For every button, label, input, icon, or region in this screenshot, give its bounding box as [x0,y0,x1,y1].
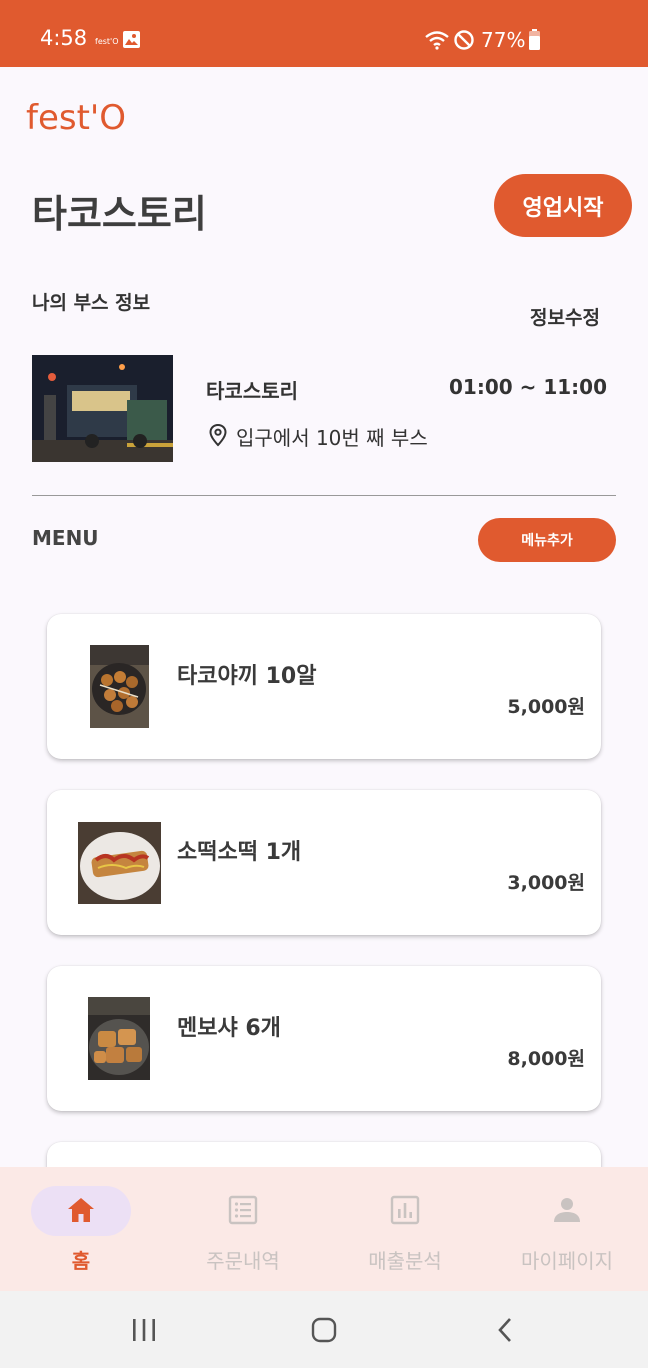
edit-info-button[interactable]: 정보수정 [530,303,600,330]
home-circle-icon[interactable] [311,1315,337,1345]
menu-card[interactable]: 타코야끼 10알 5,000원 [47,614,601,759]
wifi-icon [425,31,449,50]
booth-photo [32,355,173,462]
status-time: 4:58 [40,26,88,50]
nav-item-orders[interactable]: 주문내역 [162,1167,324,1291]
menu-item-price: 3,000원 [507,872,585,894]
nav-label: 마이페이지 [521,1249,613,1273]
menu-item-name: 소떡소떡 1개 [177,840,302,865]
menu-heading: MENU [32,526,99,550]
booth-hours: 01:00 ~ 11:00 [449,375,608,399]
image-icon [123,31,140,48]
list-icon [228,1195,258,1225]
add-menu-button[interactable]: 메뉴추가 [478,518,616,562]
nav-item-mypage[interactable]: 마이페이지 [486,1167,648,1291]
menu-item-name: 타코야끼 10알 [177,664,317,689]
booth-location: 입구에서 10번 째 부스 [236,426,428,450]
nav-item-sales[interactable]: 매출분석 [324,1167,486,1291]
menu-item-price: 8,000원 [507,1048,585,1070]
menu-item-price: 5,000원 [507,696,585,718]
home-icon [68,1198,94,1222]
page-title: 타코스토리 [32,192,207,236]
start-business-button[interactable]: 영업시작 [494,174,632,237]
status-notification-text: fest'O [95,37,119,46]
nav-item-home[interactable]: 홈 [0,1167,162,1291]
nav-label: 홈 [71,1249,91,1273]
battery-percent: 77% [481,28,526,52]
location-pin-icon [209,423,227,447]
divider [32,495,616,496]
nav-label: 매출분석 [368,1249,442,1273]
booth-info-label: 나의 부스 정보 [32,292,151,314]
recent-apps-icon[interactable] [131,1315,157,1345]
menu-item-photo [88,997,150,1080]
person-icon [554,1198,580,1222]
booth-name: 타코스토리 [206,379,298,403]
back-icon[interactable] [495,1315,515,1345]
menu-card[interactable]: 소떡소떡 1개 3,000원 [47,790,601,935]
chart-icon [390,1195,420,1225]
do-not-disturb-icon [454,30,474,50]
battery-icon [529,29,540,50]
menu-item-name: 멘보샤 6개 [177,1016,281,1041]
menu-item-photo [78,822,161,904]
bottom-nav: 홈 주문내역 매출분석 마이페이지 [0,1167,648,1291]
system-nav-bar [0,1291,648,1368]
nav-label: 주문내역 [206,1249,280,1273]
app-logo: fest'O [26,98,127,138]
menu-card[interactable]: 멘보샤 6개 8,000원 [47,966,601,1111]
menu-item-photo [90,645,149,728]
status-bar: 4:58 fest'O 77% [0,0,648,67]
